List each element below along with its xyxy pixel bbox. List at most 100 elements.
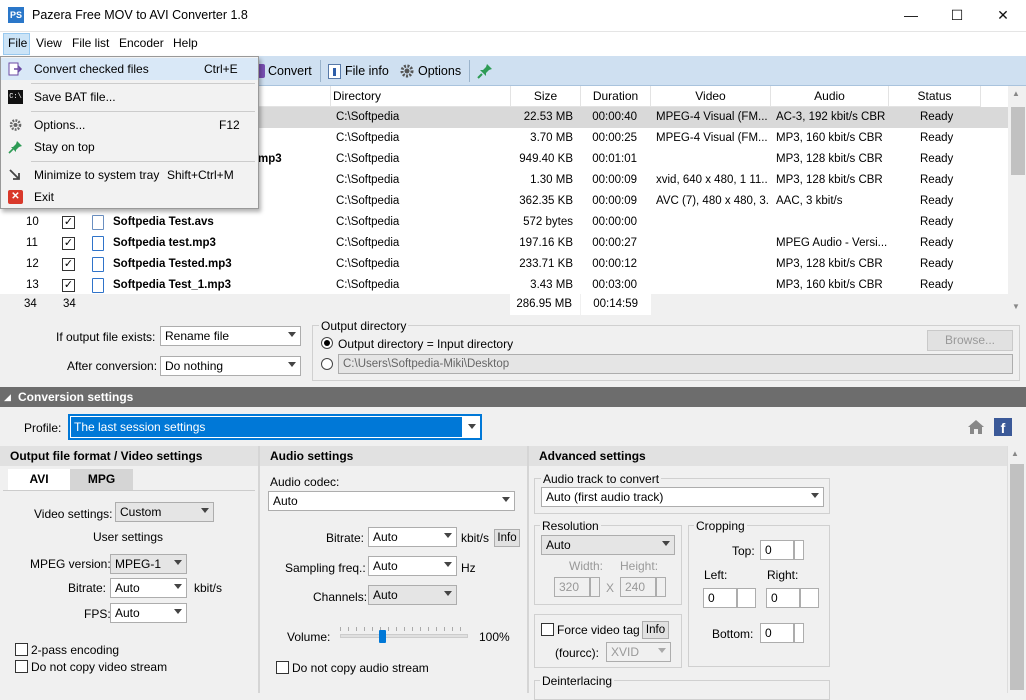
force-tag-info-button[interactable]: Info	[642, 621, 669, 639]
profile-label: Profile:	[24, 421, 62, 435]
table-row[interactable]: 10 ✓ Softpedia Test.avs C:\Softpedia 572 byt…	[0, 212, 1008, 233]
scroll-up-arrow-icon[interactable]: ▲	[1011, 449, 1019, 458]
table-row[interactable]: 11 ✓ Softpedia test.mp3 C:\Softpedia 197.16 …	[0, 233, 1008, 254]
row-checkbox[interactable]: ✓	[62, 279, 75, 292]
column-header-directory[interactable]: Directory	[331, 86, 511, 107]
row-checkbox[interactable]: ✓	[62, 216, 75, 229]
output-path-field[interactable]: C:\Users\Softpedia-Miki\Desktop	[338, 354, 1013, 374]
row-audio	[776, 212, 888, 233]
facebook-icon[interactable]: f	[994, 418, 1012, 436]
file-info-button[interactable]: File info	[345, 61, 389, 81]
column-header-duration[interactable]: Duration	[581, 86, 651, 107]
row-number: 13	[26, 279, 39, 291]
crop-left-spinner[interactable]	[737, 588, 756, 608]
row-directory: C:\Softpedia	[336, 216, 400, 228]
conversion-settings-title: Conversion settings	[18, 390, 134, 404]
tab-mpg[interactable]: MPG	[70, 469, 133, 490]
minimize-arrow-icon	[9, 169, 20, 180]
table-row[interactable]: 13 ✓ Softpedia Test_1.mp3 C:\Softpedia 3.43 …	[0, 275, 1008, 296]
video-bitrate-select[interactable]: Auto	[110, 578, 187, 598]
row-audio: MP3, 128 kbit/s CBR	[776, 174, 883, 186]
output-directory-label: Output directory	[319, 319, 409, 333]
audio-bitrate-select[interactable]: Auto	[368, 527, 457, 547]
volume-slider[interactable]	[340, 634, 468, 638]
row-checkbox[interactable]: ✓	[62, 237, 75, 250]
options-button[interactable]: Options	[418, 61, 461, 81]
menu-item-stay-on-top[interactable]: Stay on top	[1, 136, 258, 158]
no-copy-video-checkbox[interactable]	[15, 660, 28, 673]
fourcc-select[interactable]: XVID	[606, 642, 671, 662]
row-audio: MP3, 160 kbit/s CBR	[776, 132, 883, 144]
height-label: Height:	[620, 559, 659, 573]
pin-icon[interactable]	[476, 62, 494, 80]
if-exists-value: Rename file	[165, 329, 230, 343]
scroll-down-arrow-icon[interactable]: ▼	[1012, 302, 1020, 311]
force-tag-checkbox[interactable]	[541, 623, 554, 636]
scroll-thumb[interactable]	[1011, 107, 1025, 175]
tab-avi[interactable]: AVI	[8, 469, 70, 490]
profile-dropdown-button[interactable]	[464, 417, 480, 437]
if-exists-select[interactable]: Rename file	[160, 326, 301, 346]
collapse-triangle-icon[interactable]: ◢	[4, 387, 11, 407]
height-spinner[interactable]	[656, 577, 666, 597]
crop-right-field[interactable]: 0	[766, 588, 800, 608]
after-conversion-select[interactable]: Do nothing	[160, 356, 301, 376]
crop-top-field[interactable]: 0	[760, 540, 794, 560]
mpeg-version-select[interactable]: MPEG-1	[110, 554, 187, 574]
row-audio: MP3, 128 kbit/s CBR	[776, 153, 883, 165]
row-size: 572 bytes	[523, 216, 573, 228]
volume-label: Volume:	[287, 630, 331, 644]
width-field[interactable]: 320	[554, 577, 590, 597]
two-pass-checkbox[interactable]	[15, 643, 28, 656]
table-row[interactable]: 12 ✓ Softpedia Tested.mp3 C:\Softpedia 233.7…	[0, 254, 1008, 275]
crop-right-spinner[interactable]	[800, 588, 819, 608]
menu-file-list[interactable]: File list	[72, 36, 109, 50]
channels-select[interactable]: Auto	[368, 585, 457, 605]
crop-bottom-field[interactable]: 0	[760, 623, 794, 643]
menu-item-options[interactable]: Options... F12	[1, 114, 258, 136]
scroll-up-arrow-icon[interactable]: ▲	[1012, 89, 1020, 98]
minimize-button[interactable]: —	[888, 0, 934, 32]
close-button[interactable]: ✕	[980, 0, 1026, 32]
crop-top-spinner[interactable]	[794, 540, 804, 560]
maximize-button[interactable]: ☐	[934, 0, 980, 32]
app-icon: PS	[8, 7, 24, 23]
advanced-scroll-thumb[interactable]	[1010, 464, 1024, 690]
menu-item-minimize-tray[interactable]: Minimize to system tray Shift+Ctrl+M	[1, 164, 258, 186]
width-spinner[interactable]	[590, 577, 600, 597]
fourcc-value: XVID	[611, 645, 640, 659]
browse-button[interactable]: Browse...	[927, 330, 1013, 351]
convert-button[interactable]: Convert	[268, 61, 312, 81]
menu-encoder[interactable]: Encoder	[119, 36, 164, 50]
row-audio: AAC, 3 kbit/s	[776, 195, 843, 207]
column-header-status[interactable]: Status	[889, 86, 981, 107]
radio-input-directory[interactable]	[321, 337, 333, 349]
menu-file[interactable]: File	[8, 36, 27, 50]
audio-info-button[interactable]: Info	[494, 529, 520, 547]
menu-item-save-bat[interactable]: C:\ Save BAT file...	[1, 86, 258, 108]
menu-item-exit[interactable]: ✕ Exit	[1, 186, 258, 208]
height-field[interactable]: 240	[620, 577, 656, 597]
video-settings-select[interactable]: Custom	[115, 502, 214, 522]
home-icon[interactable]	[967, 419, 985, 435]
volume-slider-thumb[interactable]	[379, 630, 387, 643]
menu-help[interactable]: Help	[173, 36, 198, 50]
menu-view[interactable]: View	[36, 36, 62, 50]
fps-select[interactable]: Auto	[110, 603, 187, 623]
column-header-audio[interactable]: Audio	[771, 86, 889, 107]
menu-item-convert[interactable]: Convert checked files Ctrl+E	[1, 58, 258, 80]
row-number: 10	[26, 216, 39, 228]
audio-track-select[interactable]: Auto (first audio track)	[541, 487, 824, 507]
row-checkbox[interactable]: ✓	[62, 258, 75, 271]
crop-left-field[interactable]: 0	[703, 588, 737, 608]
conversion-settings-header[interactable]	[0, 387, 1026, 407]
cropping-label: Cropping	[694, 519, 747, 533]
crop-bottom-spinner[interactable]	[794, 623, 804, 643]
no-copy-audio-checkbox[interactable]	[276, 661, 289, 674]
audio-codec-select[interactable]: Auto	[268, 491, 515, 511]
resolution-select[interactable]: Auto	[541, 535, 675, 555]
radio-custom-directory[interactable]	[321, 358, 333, 370]
sampling-select[interactable]: Auto	[368, 556, 457, 576]
column-header-size[interactable]: Size	[511, 86, 581, 107]
column-header-video[interactable]: Video	[651, 86, 771, 107]
